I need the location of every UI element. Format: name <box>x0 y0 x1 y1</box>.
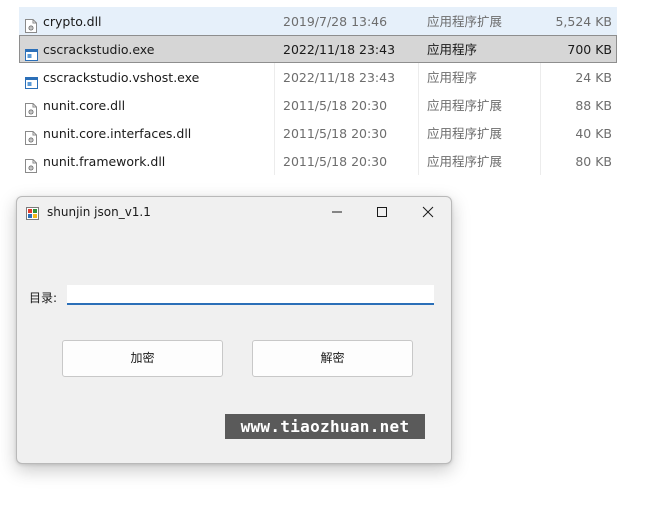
app-window-icon <box>26 205 39 220</box>
file-type: 应用程序 <box>427 42 478 57</box>
dll-file-icon <box>25 15 37 33</box>
file-name: crypto.dll <box>43 14 102 29</box>
file-row-nunit-framework-dll[interactable]: nunit.framework.dll 2011/5/18 20:30 应用程序… <box>19 147 617 175</box>
file-date-modified: 2019/7/28 13:46 <box>283 14 388 29</box>
file-type: 应用程序扩展 <box>427 98 503 113</box>
file-name: nunit.framework.dll <box>43 154 166 169</box>
maximize-icon <box>377 207 387 217</box>
close-button[interactable] <box>406 197 450 227</box>
file-row-crypto-dll[interactable]: crypto.dll 2019/7/28 13:46 应用程序扩展 5,524 … <box>19 7 617 35</box>
file-name: cscrackstudio.exe <box>43 42 155 57</box>
decrypt-button[interactable]: 解密 <box>252 340 413 377</box>
file-type: 应用程序扩展 <box>427 14 503 29</box>
close-icon <box>422 206 434 218</box>
file-size: 700 KB <box>567 42 612 57</box>
file-size: 40 KB <box>575 126 612 141</box>
dll-file-icon <box>25 99 37 117</box>
file-type: 应用程序扩展 <box>427 154 503 169</box>
file-type: 应用程序 <box>427 70 478 85</box>
file-date-modified: 2011/5/18 20:30 <box>283 98 388 113</box>
file-row-cscrackstudio-vshost-exe[interactable]: cscrackstudio.vshost.exe 2022/11/18 23:4… <box>19 63 617 91</box>
title-bar[interactable]: shunjin json_v1.1 <box>17 197 451 227</box>
file-row-nunit-core-dll[interactable]: nunit.core.dll 2011/5/18 20:30 应用程序扩展 88… <box>19 91 617 119</box>
minimize-button[interactable] <box>315 197 359 227</box>
minimize-icon <box>332 211 342 213</box>
file-size: 80 KB <box>575 154 612 169</box>
file-date-modified: 2022/11/18 23:43 <box>283 42 396 57</box>
file-name: nunit.core.interfaces.dll <box>43 126 192 141</box>
exe-file-icon <box>25 43 38 61</box>
file-name: cscrackstudio.vshost.exe <box>43 70 200 85</box>
file-date-modified: 2022/11/18 23:43 <box>283 70 396 85</box>
file-row-cscrackstudio-exe[interactable]: cscrackstudio.exe 2022/11/18 23:43 应用程序 … <box>19 35 617 63</box>
file-date-modified: 2011/5/18 20:30 <box>283 126 388 141</box>
encrypt-button[interactable]: 加密 <box>62 340 223 377</box>
file-size: 5,524 KB <box>555 14 612 29</box>
exe-file-icon <box>25 71 38 89</box>
watermark-banner: www.tiaozhuan.net <box>225 414 425 439</box>
file-size: 88 KB <box>575 98 612 113</box>
file-type: 应用程序扩展 <box>427 126 503 141</box>
dll-file-icon <box>25 127 37 145</box>
directory-label: 目录: <box>29 291 58 305</box>
file-row-nunit-core-interfaces-dll[interactable]: nunit.core.interfaces.dll 2011/5/18 20:3… <box>19 119 617 147</box>
maximize-button[interactable] <box>360 197 404 227</box>
app-dialog-window: shunjin json_v1.1 目录: 加密 解密 www.tiaozhua… <box>16 196 452 464</box>
directory-input[interactable] <box>67 285 434 305</box>
dll-file-icon <box>25 155 37 173</box>
file-date-modified: 2011/5/18 20:30 <box>283 154 388 169</box>
file-name: nunit.core.dll <box>43 98 126 113</box>
window-title: shunjin json_v1.1 <box>47 205 151 219</box>
file-size: 24 KB <box>575 70 612 85</box>
